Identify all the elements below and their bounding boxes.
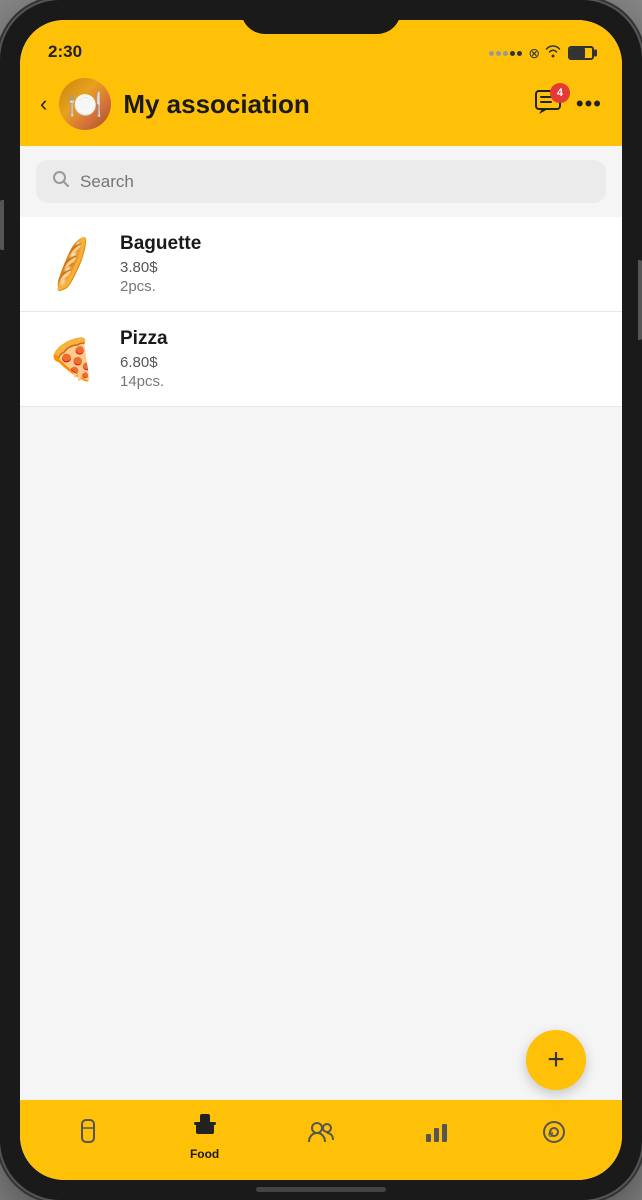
- page-title: My association: [123, 89, 522, 120]
- item-price: 6.80$: [120, 354, 602, 371]
- sidebar-item-members[interactable]: [263, 1114, 379, 1157]
- wifi-icon: ⊗: [528, 44, 562, 62]
- sidebar-item-food[interactable]: Food: [146, 1104, 262, 1167]
- phone-screen: 2:30 ⊗: [20, 20, 622, 1180]
- food-nav-label: Food: [190, 1147, 219, 1161]
- sidebar-item-settings[interactable]: e: [496, 1113, 612, 1158]
- more-options-button[interactable]: •••: [576, 91, 602, 117]
- item-name: Baguette: [120, 233, 602, 255]
- item-image-baguette: 🥖: [40, 240, 104, 288]
- status-time: 2:30: [48, 42, 82, 62]
- phone-frame: 2:30 ⊗: [0, 0, 642, 1200]
- food-icon: [192, 1110, 218, 1143]
- add-item-button[interactable]: +: [526, 1030, 586, 1090]
- bottom-nav: Food: [20, 1100, 622, 1180]
- header-actions: 4 •••: [534, 89, 602, 120]
- avatar: [59, 78, 111, 130]
- header: ‹ My association 4 •••: [20, 70, 622, 146]
- status-icons: ⊗: [489, 44, 594, 62]
- item-info-baguette: Baguette 3.80$ 2pcs.: [120, 233, 602, 295]
- item-info-pizza: Pizza 6.80$ 14pcs.: [120, 328, 602, 390]
- sidebar-item-stats[interactable]: [379, 1114, 495, 1157]
- sidebar-item-drinks[interactable]: [30, 1112, 146, 1159]
- back-button[interactable]: ‹: [40, 91, 47, 117]
- search-input[interactable]: [80, 172, 590, 192]
- stats-icon: [424, 1120, 450, 1151]
- volume-button: [0, 200, 4, 250]
- home-indicator: [256, 1187, 386, 1192]
- list-item[interactable]: 🍕 Pizza 6.80$ 14pcs.: [20, 312, 622, 407]
- settings-icon: e: [541, 1119, 567, 1152]
- item-image-pizza: 🍕: [40, 335, 104, 383]
- item-qty: 14pcs.: [120, 373, 602, 390]
- battery-icon: [568, 46, 594, 60]
- search-box[interactable]: [36, 160, 606, 203]
- list-item[interactable]: 🥖 Baguette 3.80$ 2pcs.: [20, 217, 622, 312]
- item-name: Pizza: [120, 328, 602, 350]
- item-qty: 2pcs.: [120, 278, 602, 295]
- main-content: 🥖 Baguette 3.80$ 2pcs. 🍕 Pizza 6: [20, 146, 622, 1100]
- items-list: 🥖 Baguette 3.80$ 2pcs. 🍕 Pizza 6: [20, 217, 622, 407]
- search-icon: [52, 170, 70, 193]
- notification-badge: 4: [550, 83, 570, 103]
- notch: [241, 0, 401, 34]
- drinks-icon: [76, 1118, 100, 1153]
- search-container: [20, 146, 622, 217]
- item-price: 3.80$: [120, 259, 602, 276]
- members-icon: [307, 1120, 335, 1151]
- notification-button[interactable]: 4: [534, 89, 562, 120]
- svg-text:e: e: [548, 1129, 554, 1140]
- power-button: [638, 260, 642, 340]
- signal-icon: [489, 51, 522, 56]
